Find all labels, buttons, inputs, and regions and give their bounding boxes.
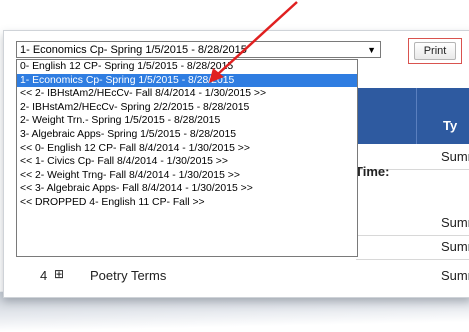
dropdown-option[interactable]: 2- Weight Trn.- Spring 1/5/2015 - 8/28/2…	[17, 114, 357, 128]
table-header: Ty	[356, 88, 469, 144]
table-cell-type: Sumr	[441, 239, 469, 254]
table-header-divider	[416, 88, 417, 144]
dropdown-option[interactable]: << 2- Weight Trng- Fall 8/4/2014 - 1/30/…	[17, 169, 357, 183]
dropdown-option[interactable]: 2- IBHstAm2/HEcCv- Spring 2/2/2015 - 8/2…	[17, 101, 357, 115]
table-cell-type: Sumr	[441, 149, 469, 164]
dropdown-option[interactable]: << 3- Algebraic Apps- Fall 8/4/2014 - 1/…	[17, 182, 357, 196]
dropdown-option[interactable]: 3- Algebraic Apps- Spring 1/5/2015 - 8/2…	[17, 128, 357, 142]
table-row: Sumr	[356, 211, 469, 236]
dropdown-option[interactable]: << 2- IBHstAm2/HEcCv- Fall 8/4/2014 - 1/…	[17, 87, 357, 101]
course-select-value: 1- Economics Cp- Spring 1/5/2015 - 8/28/…	[20, 44, 247, 56]
dropdown-option[interactable]: 0- English 12 CP- Spring 1/5/2015 - 8/28…	[17, 60, 357, 74]
dropdown-option[interactable]: << DROPPED 4- English 11 CP- Fall >>	[17, 196, 357, 210]
dropdown-arrow-icon[interactable]: ▼	[367, 42, 376, 59]
expand-icon[interactable]: ⊞	[54, 267, 64, 281]
table-cell-type: Sumr	[441, 268, 469, 283]
table-row: Sumr	[356, 235, 469, 260]
course-select[interactable]: 1- Economics Cp- Spring 1/5/2015 - 8/28/…	[16, 41, 381, 58]
table-cell-type: Sumr	[441, 215, 469, 230]
dropdown-option[interactable]: << 1- Civics Cp- Fall 8/4/2014 - 1/30/20…	[17, 155, 357, 169]
print-highlight: Print	[408, 38, 462, 64]
time-label: Time:	[355, 164, 390, 179]
table-row-poetry[interactable]: 4 ⊞ Poetry Terms Sumr	[16, 265, 469, 289]
print-button[interactable]: Print	[414, 42, 456, 60]
dropdown-option[interactable]: 1- Economics Cp- Spring 1/5/2015 - 8/28/…	[17, 73, 357, 88]
course-dropdown-list[interactable]: 0- English 12 CP- Spring 1/5/2015 - 8/28…	[16, 59, 358, 257]
row-number: 4	[40, 268, 48, 283]
table-header-type: Ty	[443, 118, 458, 133]
row-title: Poetry Terms	[90, 268, 167, 283]
dropdown-option[interactable]: << 0- English 12 CP- Fall 8/4/2014 - 1/3…	[17, 142, 357, 156]
